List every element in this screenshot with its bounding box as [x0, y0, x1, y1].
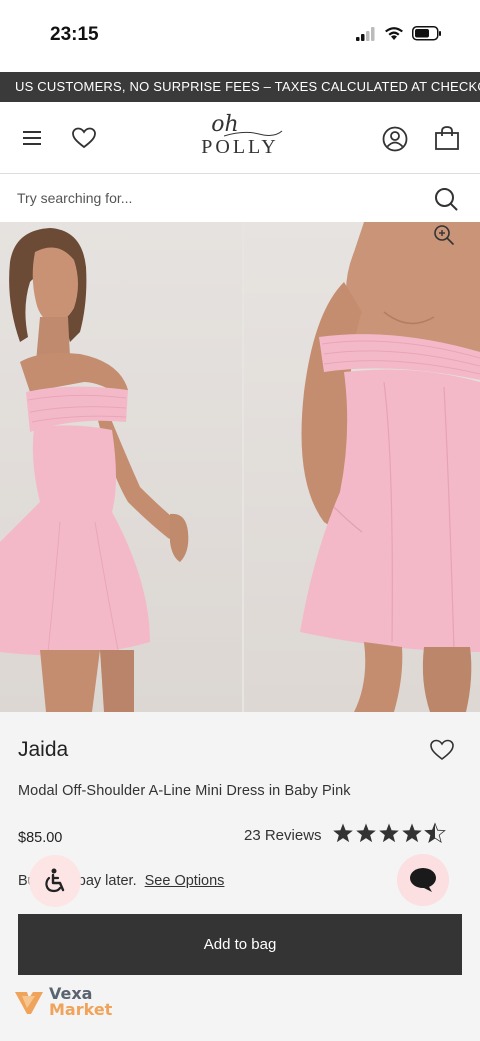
battery-icon — [412, 26, 441, 41]
see-options-link[interactable]: See Options — [145, 873, 225, 889]
site-header: oh POLLY — [0, 102, 480, 174]
promo-banner[interactable]: US CUSTOMERS, NO SURPRISE FEES – TAXES C… — [0, 72, 480, 102]
add-to-bag-button[interactable]: Add to bag — [18, 914, 462, 975]
search-input[interactable] — [17, 185, 417, 211]
account-icon[interactable] — [382, 126, 408, 152]
model-front-illustration — [300, 222, 480, 712]
menu-icon[interactable] — [22, 129, 44, 147]
status-bar: 23:15 — [0, 0, 480, 70]
product-image-front[interactable] — [244, 222, 480, 712]
signal-icon — [356, 26, 375, 41]
bag-icon[interactable] — [433, 124, 461, 152]
product-gallery[interactable] — [0, 222, 480, 712]
watermark-line2: Market — [49, 1000, 113, 1019]
product-info: Jaida Modal Off-Shoulder A-Line Mini Dre… — [0, 712, 480, 1041]
status-time: 23:15 — [50, 24, 99, 45]
watermark-logo-icon — [15, 992, 43, 1014]
product-price: $85.00 — [18, 830, 63, 846]
status-icons — [356, 26, 442, 41]
star-rating[interactable] — [332, 822, 448, 852]
chat-button[interactable] — [397, 854, 449, 906]
zoom-in-icon[interactable] — [433, 224, 455, 246]
accessibility-icon — [45, 868, 65, 893]
product-title: Jaida — [18, 738, 69, 761]
search-bar — [0, 175, 480, 221]
brand-logo[interactable]: oh POLLY — [190, 114, 290, 164]
accessibility-button[interactable] — [29, 855, 81, 907]
heart-icon[interactable] — [71, 126, 97, 150]
logo-swoosh — [224, 130, 283, 137]
reviews-link[interactable]: 23 Reviews — [244, 827, 322, 844]
chat-bubble-icon — [410, 868, 436, 892]
product-image-side[interactable] — [0, 222, 242, 712]
model-side-illustration — [0, 228, 189, 712]
stars-icon — [333, 823, 446, 843]
watermark: Vexa Market — [13, 986, 112, 1018]
bnpl-suffix: pay later. — [77, 873, 137, 889]
wifi-icon — [385, 27, 403, 40]
product-description: Modal Off-Shoulder A-Line Mini Dress in … — [18, 783, 351, 799]
add-to-wishlist-heart-icon[interactable] — [429, 738, 455, 762]
search-icon[interactable] — [433, 186, 459, 212]
